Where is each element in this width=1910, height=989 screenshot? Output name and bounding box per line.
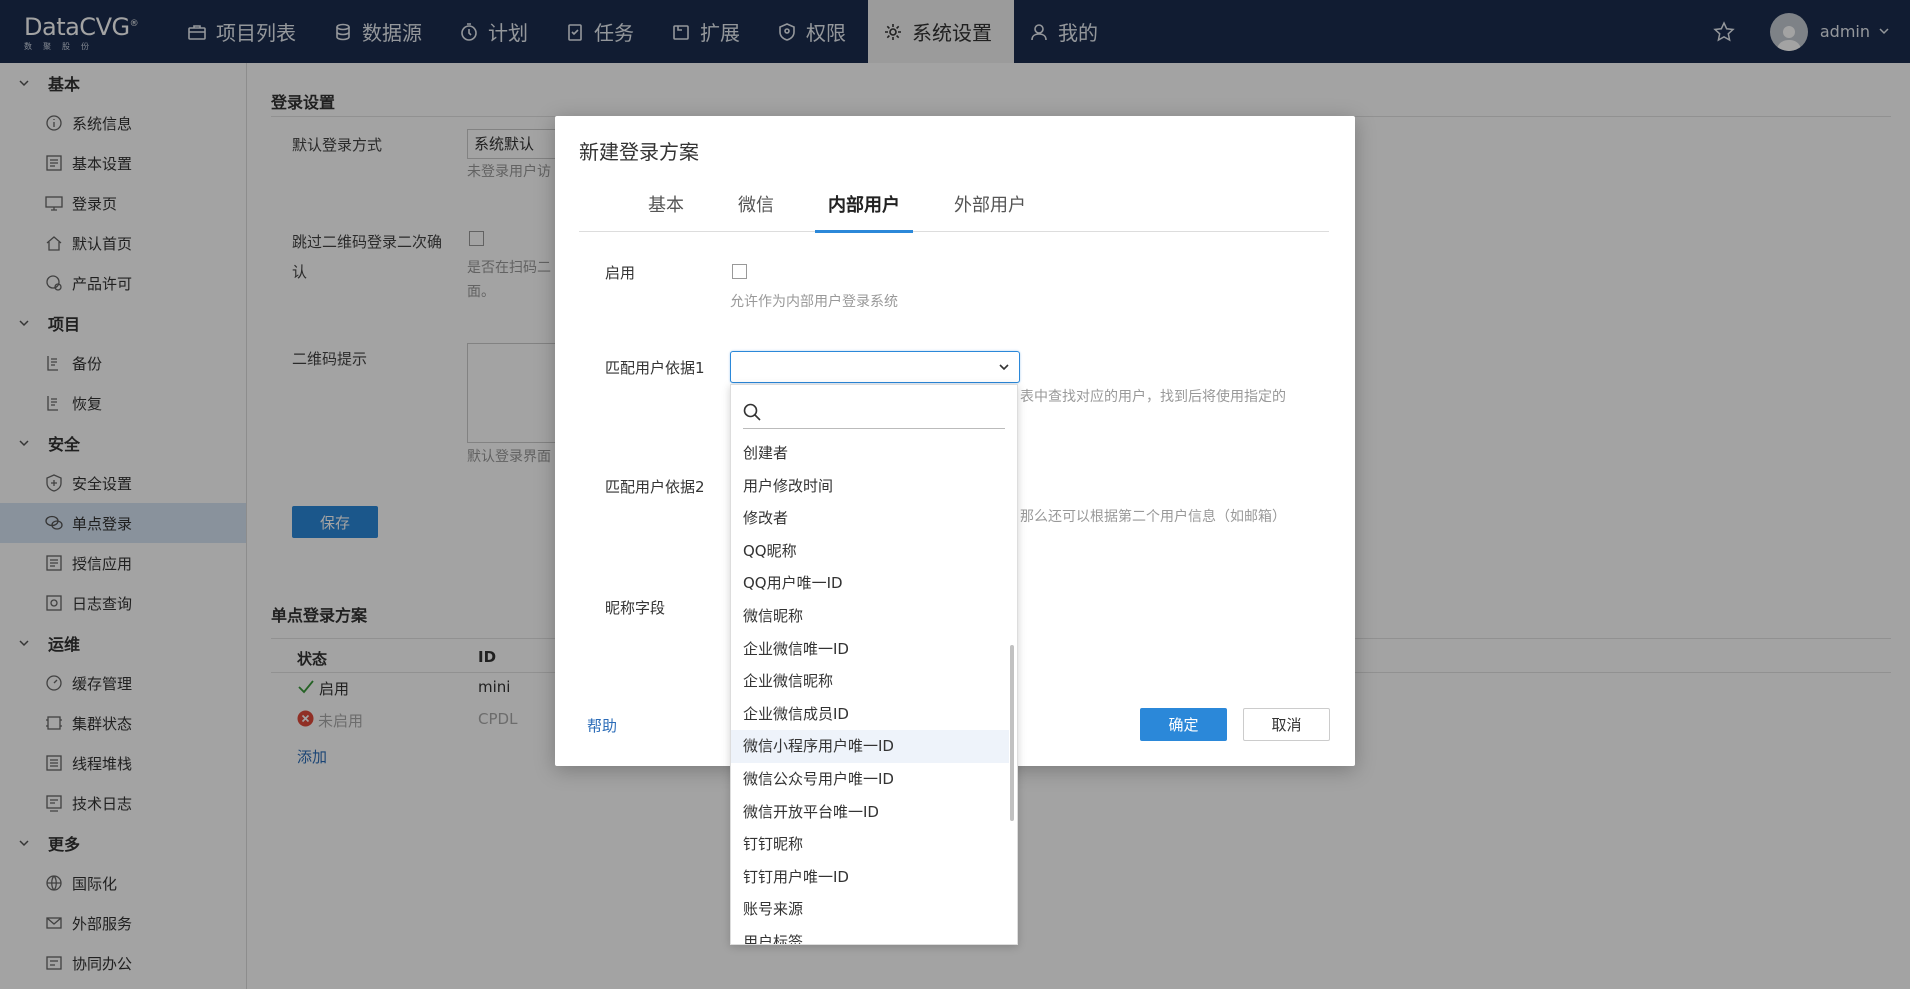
dialog-tabs: 基本 微信 内部用户 外部用户 (579, 186, 1329, 233)
match1-label: 匹配用户依据1 (605, 359, 705, 377)
dropdown-option[interactable]: 企业微信成员ID (731, 698, 1009, 731)
cancel-button[interactable]: 取消 (1243, 708, 1330, 741)
dropdown-option[interactable]: 用户标签 (731, 926, 1009, 944)
match2-hint: 那么还可以根据第二个用户信息（如邮箱） (1020, 509, 1286, 525)
search-icon (743, 403, 761, 421)
dropdown-option[interactable]: 企业微信昵称 (731, 665, 1009, 698)
match2-label: 匹配用户依据2 (605, 478, 705, 496)
dropdown-search[interactable] (743, 395, 1005, 429)
tab-basic[interactable]: 基本 (635, 186, 697, 232)
ok-button[interactable]: 确定 (1140, 708, 1227, 741)
dropdown-option[interactable]: QQ昵称 (731, 535, 1009, 568)
dropdown-scrollbar[interactable] (1010, 645, 1014, 821)
dropdown-option[interactable]: 微信昵称 (731, 600, 1009, 633)
help-link[interactable]: 帮助 (587, 715, 617, 736)
dropdown-option[interactable]: 钉钉昵称 (731, 828, 1009, 861)
match1-hint: 表中查找对应的用户，找到后将使用指定的 (1020, 389, 1286, 405)
dropdown-option[interactable]: 创建者 (731, 437, 1009, 470)
dropdown-option[interactable]: 钉钉用户唯一ID (731, 861, 1009, 894)
dropdown-option[interactable]: 用户修改时间 (731, 470, 1009, 503)
match1-dropdown: 创建者 用户修改时间 修改者 QQ昵称 QQ用户唯一ID 微信昵称 企业微信唯一… (730, 384, 1018, 945)
enable-checkbox[interactable] (732, 264, 747, 279)
tab-external-user[interactable]: 外部用户 (941, 186, 1039, 232)
dialog-title: 新建登录方案 (579, 140, 699, 164)
tab-internal-user[interactable]: 内部用户 (815, 186, 913, 233)
enable-hint: 允许作为内部用户登录系统 (730, 294, 898, 310)
dropdown-option[interactable]: 企业微信唯一ID (731, 633, 1009, 666)
dropdown-list: 创建者 用户修改时间 修改者 QQ昵称 QQ用户唯一ID 微信昵称 企业微信唯一… (731, 437, 1009, 944)
dropdown-option-highlighted[interactable]: 微信小程序用户唯一ID (731, 730, 1009, 763)
nickname-label: 昵称字段 (605, 599, 666, 617)
chevron-down-icon (997, 360, 1011, 374)
dropdown-option[interactable]: 账号来源 (731, 893, 1009, 926)
dropdown-option[interactable]: QQ用户唯一ID (731, 567, 1009, 600)
dropdown-option[interactable]: 修改者 (731, 502, 1009, 535)
enable-label: 启用 (605, 264, 636, 282)
dropdown-option[interactable]: 微信开放平台唯一ID (731, 796, 1009, 829)
match1-select[interactable] (730, 351, 1020, 383)
tab-wechat[interactable]: 微信 (725, 186, 787, 232)
dropdown-option[interactable]: 微信公众号用户唯一ID (731, 763, 1009, 796)
